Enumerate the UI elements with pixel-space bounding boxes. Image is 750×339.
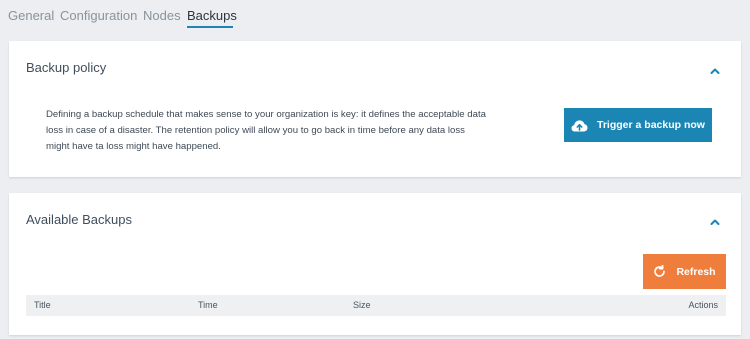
available-backups-panel: Available Backups Refresh Title Time Siz…	[9, 193, 741, 335]
column-header-size[interactable]: Size	[353, 300, 371, 310]
tab-configuration[interactable]: Configuration	[60, 8, 137, 23]
column-header-actions: Actions	[688, 300, 718, 310]
column-header-time[interactable]: Time	[198, 300, 218, 310]
backups-table-header: Title Time Size Actions	[26, 295, 726, 316]
trigger-backup-button[interactable]: Trigger a backup now	[564, 108, 712, 142]
cloud-upload-icon	[571, 119, 588, 131]
active-tab-indicator	[187, 26, 233, 28]
tab-general[interactable]: General	[8, 8, 54, 23]
backup-policy-title: Backup policy	[26, 60, 107, 75]
tab-backups[interactable]: Backups	[187, 8, 237, 23]
column-header-title[interactable]: Title	[34, 300, 51, 310]
chevron-up-icon[interactable]	[709, 65, 721, 77]
refresh-icon	[654, 265, 666, 277]
refresh-button[interactable]: Refresh	[643, 254, 726, 289]
backup-policy-panel: Backup policy Defining a backup schedule…	[9, 41, 741, 177]
available-backups-title: Available Backups	[26, 212, 132, 227]
chevron-up-icon[interactable]	[709, 216, 721, 228]
tab-bar: General Configuration Nodes Backups	[0, 0, 750, 32]
backup-policy-description: Defining a backup schedule that makes se…	[46, 109, 486, 152]
tab-nodes[interactable]: Nodes	[143, 8, 181, 23]
trigger-backup-label: Trigger a backup now	[597, 119, 705, 131]
refresh-label: Refresh	[676, 265, 716, 278]
